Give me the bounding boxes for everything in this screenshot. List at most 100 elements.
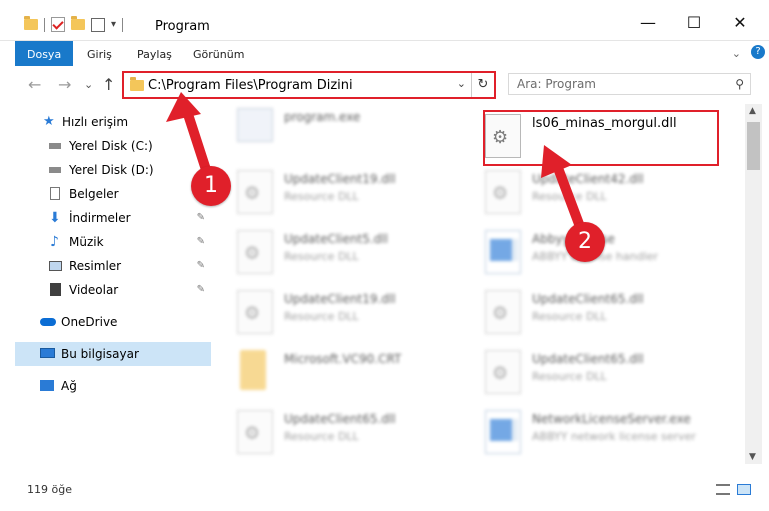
back-button[interactable]: ← <box>28 75 41 94</box>
close-button[interactable]: ✕ <box>717 12 763 40</box>
file-type: Resource DLL <box>284 190 359 203</box>
file-item[interactable]: UpdateClient5.dll Resource DLL <box>212 224 452 280</box>
pin-icon[interactable]: ✎ <box>197 206 205 230</box>
sidebar-item-pictures[interactable]: Resimler ✎ <box>15 254 211 278</box>
file-item[interactable]: UpdateClient65.dll Resource DLL <box>460 344 700 400</box>
sidebar-item-onedrive[interactable]: OneDrive <box>15 310 211 334</box>
sidebar-item-label: Resimler <box>69 259 122 273</box>
ribbon-expand-icon[interactable]: ⌄ <box>732 47 741 60</box>
scroll-up-icon[interactable]: ▲ <box>749 106 756 116</box>
quick-access-dropdown-icon[interactable]: ▾ <box>111 19 116 30</box>
file-item[interactable]: UpdateClient19.dll Resource DLL <box>212 284 452 340</box>
tab-file[interactable]: Dosya <box>15 41 74 66</box>
sidebar-item-videos[interactable]: Videolar ✎ <box>15 278 211 302</box>
up-button[interactable]: ↑ <box>102 75 115 94</box>
sidebar-item-label: Müzik <box>69 235 104 249</box>
address-path[interactable]: C:\Program Files\Program Dizini <box>148 78 353 93</box>
quick-access-toolbar: ▾ <box>24 16 124 32</box>
tab-home[interactable]: Giriş <box>75 41 124 66</box>
sidebar-item-drive-d[interactable]: Yerel Disk (D:) <box>15 158 211 182</box>
sidebar-item-label: Videolar <box>69 283 119 297</box>
sidebar-item-label: OneDrive <box>61 315 118 329</box>
refresh-button[interactable]: ↻ <box>471 73 494 97</box>
frame-right <box>762 66 769 511</box>
divider <box>122 17 124 32</box>
file-name: UpdateClient65.dll <box>284 412 396 426</box>
status-bar: 119 öğe <box>15 476 762 502</box>
download-icon: ⬇ <box>49 210 61 226</box>
tab-share[interactable]: Paylaş <box>125 41 184 66</box>
file-item[interactable]: UpdateClient65.dll Resource DLL <box>460 284 700 340</box>
help-icon[interactable]: ? <box>751 45 765 59</box>
tab-view[interactable]: Görünüm <box>181 41 256 66</box>
sidebar-item-quick-access[interactable]: ★ Hızlı erişim <box>15 110 211 134</box>
file-item[interactable]: UpdateClient19.dll Resource DLL <box>212 164 452 220</box>
divider <box>44 17 45 32</box>
forward-button[interactable]: → <box>58 75 71 94</box>
music-icon: ♪ <box>50 234 59 250</box>
network-icon <box>40 380 54 391</box>
search-box[interactable]: Ara: Program ⚲ <box>508 73 751 95</box>
sidebar-item-downloads[interactable]: ⬇ İndirmeler ✎ <box>15 206 211 230</box>
new-folder-icon[interactable] <box>71 16 85 30</box>
sidebar-item-label: Yerel Disk (C:) <box>69 139 153 153</box>
sidebar-item-network[interactable]: Ağ <box>15 374 211 398</box>
file-item[interactable]: UpdateClient65.dll Resource DLL <box>212 404 452 460</box>
minimize-button[interactable]: — <box>625 12 671 40</box>
large-icons-view-icon[interactable] <box>737 484 751 495</box>
dll-icon <box>485 170 521 214</box>
search-placeholder[interactable]: Ara: Program <box>517 77 596 91</box>
file-item[interactable]: UpdateClient42.dll Resource DLL <box>460 164 700 220</box>
sidebar-item-this-pc[interactable]: Bu bilgisayar <box>15 342 211 366</box>
search-icon[interactable]: ⚲ <box>735 77 744 91</box>
address-bar[interactable]: C:\Program Files\Program Dizini ⌄ ↻ <box>122 71 496 99</box>
dll-icon <box>237 410 273 454</box>
folder-icon <box>240 350 266 390</box>
quick-access-props-icon[interactable] <box>91 17 105 32</box>
pin-icon[interactable]: ✎ <box>197 254 205 278</box>
sidebar-item-label: Hızlı erişim <box>62 115 129 129</box>
file-item[interactable]: NetworkLicenseServer.exe ABBYY network l… <box>460 404 700 460</box>
address-dropdown-icon[interactable]: ⌄ <box>457 77 466 90</box>
ribbon-tabs: Dosya Giriş Paylaş Görünüm ⌄ ? <box>0 41 769 67</box>
vertical-scrollbar[interactable]: ▲ ▼ <box>745 104 762 464</box>
dll-icon <box>237 170 273 214</box>
dll-icon <box>485 290 521 334</box>
sidebar-item-label: İndirmeler <box>69 211 131 225</box>
item-count: 119 öğe <box>27 483 72 496</box>
pin-icon[interactable]: ✎ <box>197 230 205 254</box>
star-icon: ★ <box>43 114 55 129</box>
details-view-icon[interactable] <box>716 484 730 495</box>
pin-icon[interactable]: ✎ <box>197 278 205 302</box>
file-name: UpdateClient5.dll <box>284 232 388 246</box>
file-name: UpdateClient65.dll <box>532 292 644 306</box>
properties-check-icon[interactable] <box>51 17 65 32</box>
file-item[interactable]: Microsoft.VC90.CRT <box>212 344 452 400</box>
document-icon <box>50 187 60 200</box>
drive-icon <box>49 143 61 149</box>
file-name: UpdateClient19.dll <box>284 292 396 306</box>
scroll-thumb[interactable] <box>747 122 760 170</box>
maximize-button[interactable]: ☐ <box>671 12 717 40</box>
step-badge-2: 2 <box>565 222 605 262</box>
picture-icon <box>49 261 62 271</box>
cloud-icon <box>40 318 56 326</box>
file-type: Resource DLL <box>284 430 359 443</box>
step-badge-1: 1 <box>191 166 231 206</box>
video-icon <box>50 283 61 296</box>
frame-left <box>0 66 15 511</box>
file-name: Microsoft.VC90.CRT <box>284 352 402 366</box>
scroll-down-icon[interactable]: ▼ <box>749 452 756 462</box>
sidebar-item-drive-c[interactable]: Yerel Disk (C:) <box>15 134 211 158</box>
computer-icon <box>40 348 55 358</box>
file-item[interactable]: program.exe <box>212 104 452 160</box>
recent-locations-button[interactable]: ⌄ <box>84 78 93 91</box>
app-icon <box>485 230 521 274</box>
dll-icon <box>237 230 273 274</box>
sidebar-item-music[interactable]: ♪ Müzik ✎ <box>15 230 211 254</box>
file-name: UpdateClient19.dll <box>284 172 396 186</box>
window-title: Program <box>155 19 210 34</box>
file-name: UpdateClient65.dll <box>532 352 644 366</box>
file-type: Resource DLL <box>284 310 359 323</box>
sidebar-item-documents[interactable]: Belgeler <box>15 182 211 206</box>
